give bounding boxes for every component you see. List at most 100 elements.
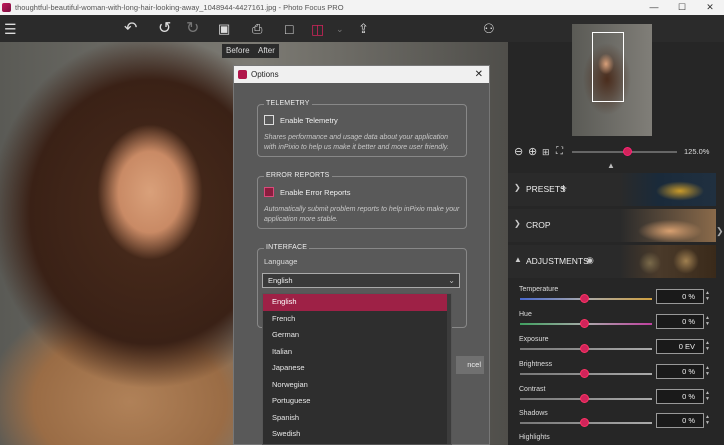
navigator-thumbnail[interactable] xyxy=(572,24,652,136)
print-icon[interactable]: ⎙ xyxy=(252,19,262,39)
language-option-french[interactable]: French xyxy=(263,311,451,328)
chevron-right-icon[interactable]: ❯ xyxy=(716,226,724,237)
window-title: thoughtful-beautiful-woman-with-long-hai… xyxy=(15,3,344,12)
adjustments-section[interactable]: ▲ ADJUSTMENTS ◉ xyxy=(508,245,716,278)
exposure-value-field[interactable]: 0 EV xyxy=(656,339,704,354)
shadows-stepper[interactable]: ▲ ▼ xyxy=(705,414,711,426)
language-option-swedish[interactable]: Swedish xyxy=(263,426,451,443)
contrast-value-field[interactable]: 0 % xyxy=(656,389,704,404)
undo-icon[interactable]: ↺ xyxy=(158,19,171,39)
dialog-close-icon[interactable]: ✕ xyxy=(475,66,483,83)
hue-value-field[interactable]: 0 % xyxy=(656,314,704,329)
plus-icon[interactable]: + xyxy=(560,181,567,195)
language-select[interactable]: English ⌄ xyxy=(262,273,460,288)
save-icon[interactable]: ▣ xyxy=(218,19,230,39)
chevron-right-icon: ❯ xyxy=(514,183,521,192)
error-reports-legend: ERROR REPORTS xyxy=(264,172,332,179)
shadows-row: Shadows 0 % ▲ ▼ xyxy=(508,410,716,435)
zoom-value: 125.0% xyxy=(684,147,710,156)
hue-label: Hue xyxy=(519,311,532,318)
shadows-slider-knob[interactable] xyxy=(580,418,589,427)
brightness-value-field[interactable]: 0 % xyxy=(656,364,704,379)
contrast-label: Contrast xyxy=(519,386,546,393)
collapse-navigator-icon[interactable]: ▲ xyxy=(607,161,615,170)
language-option-english[interactable]: English xyxy=(263,294,451,311)
chevron-down-icon: ▲ xyxy=(514,255,522,264)
dialog-app-icon xyxy=(238,70,247,79)
language-option-spanish[interactable]: Spanish xyxy=(263,410,451,427)
window-controls: — ☐ ✕ xyxy=(640,0,724,15)
exposure-slider-knob[interactable] xyxy=(580,344,589,353)
telemetry-checkbox-label[interactable]: Enable Telemetry xyxy=(280,116,338,125)
hue-stepper[interactable]: ▲ ▼ xyxy=(705,315,711,327)
telemetry-group: TELEMETRY Enable Telemetry Shares perfor… xyxy=(257,100,467,157)
cancel-button[interactable]: ncel xyxy=(456,356,484,374)
view-mode-chevron-down-icon[interactable]: ⌄ xyxy=(336,19,344,39)
language-select-value: English xyxy=(268,276,293,285)
temperature-row: Temperature 0 % ▲ ▼ xyxy=(508,286,716,311)
error-reports-description: Automatically submit problem reports to … xyxy=(264,206,460,223)
hamburger-menu-icon[interactable]: ☰ xyxy=(4,19,17,39)
exposure-stepper[interactable]: ▲ ▼ xyxy=(705,340,711,352)
presets-section[interactable]: ❯ PRESETS + xyxy=(508,173,716,206)
telemetry-legend: TELEMETRY xyxy=(264,100,312,107)
shadows-value-field[interactable]: 0 % xyxy=(656,413,704,428)
user-account-icon[interactable]: ⚇ xyxy=(483,19,495,39)
contrast-stepper[interactable]: ▲ ▼ xyxy=(705,390,711,402)
hue-slider-knob[interactable] xyxy=(580,319,589,328)
exposure-row: Exposure 0 EV ▲ ▼ xyxy=(508,336,716,361)
navigator-viewport-frame[interactable] xyxy=(592,32,624,102)
fit-to-screen-icon[interactable]: ⛶ xyxy=(556,145,563,159)
language-option-german[interactable]: German xyxy=(263,327,451,344)
chevron-right-icon: ❯ xyxy=(514,219,521,228)
close-window-button[interactable]: ✕ xyxy=(696,0,724,15)
redo-icon[interactable]: ↻ xyxy=(186,19,199,39)
contrast-row: Contrast 0 % ▲ ▼ xyxy=(508,386,716,411)
rotate-left-icon[interactable]: ↶ xyxy=(124,19,137,39)
language-option-norwegian[interactable]: Norwegian xyxy=(263,377,451,394)
brightness-slider-knob[interactable] xyxy=(580,369,589,378)
single-view-icon[interactable]: □ xyxy=(285,19,293,39)
language-option-japanese[interactable]: Japanese xyxy=(263,360,451,377)
after-tooltip: After xyxy=(254,44,279,58)
maximize-button[interactable]: ☐ xyxy=(668,0,696,15)
actual-size-icon[interactable]: ⊞ xyxy=(542,145,550,159)
hue-row: Hue 0 % ▲ ▼ xyxy=(508,311,716,336)
adjustments-banner-image xyxy=(620,245,716,278)
temperature-stepper[interactable]: ▲ ▼ xyxy=(705,290,711,302)
share-icon[interactable]: ⇪ xyxy=(358,19,369,39)
dialog-title-bar: Options ✕ xyxy=(234,66,489,83)
language-label: Language xyxy=(264,257,298,266)
dialog-title: Options xyxy=(251,70,279,79)
brightness-row: Brightness 0 % ▲ ▼ xyxy=(508,361,716,386)
telemetry-checkbox[interactable] xyxy=(264,115,274,125)
crop-label: CROP xyxy=(526,220,551,230)
crop-section[interactable]: ❯ CROP xyxy=(508,209,716,242)
error-reports-group: ERROR REPORTS Enable Error Reports Autom… xyxy=(257,172,467,229)
zoom-controls: ⊖ ⊕ ⊞ ⛶ 125.0% xyxy=(512,145,724,159)
error-reports-checkbox-label[interactable]: Enable Error Reports xyxy=(280,188,350,197)
language-option-italian[interactable]: Italian xyxy=(263,344,451,361)
zoom-out-icon[interactable]: ⊖ xyxy=(514,145,523,159)
highlights-label: Highlights xyxy=(519,434,550,441)
temperature-slider-knob[interactable] xyxy=(580,294,589,303)
main-toolbar: ☰ ↶ ↺ ↻ ▣ ⎙ □ ◫ ⌄ ⇪ xyxy=(0,15,508,42)
language-option-portuguese[interactable]: Portuguese xyxy=(263,393,451,410)
crop-banner-image xyxy=(620,209,716,242)
temperature-value-field[interactable]: 0 % xyxy=(656,289,704,304)
eye-icon[interactable]: ◉ xyxy=(586,255,594,266)
contrast-slider-knob[interactable] xyxy=(580,394,589,403)
error-reports-checkbox[interactable] xyxy=(264,187,274,197)
exposure-label: Exposure xyxy=(519,336,549,343)
brightness-stepper[interactable]: ▲ ▼ xyxy=(705,365,711,377)
title-bar: thoughtful-beautiful-woman-with-long-hai… xyxy=(0,0,724,15)
temperature-label: Temperature xyxy=(519,286,559,293)
zoom-slider-knob[interactable] xyxy=(623,147,632,156)
highlights-row: Highlights xyxy=(508,434,716,445)
split-view-icon[interactable]: ◫ xyxy=(311,19,324,39)
telemetry-description: Shares performance and usage data about … xyxy=(264,134,449,151)
zoom-in-icon[interactable]: ⊕ xyxy=(528,145,537,159)
minimize-button[interactable]: — xyxy=(640,0,668,15)
dropdown-scrollbar[interactable] xyxy=(447,294,451,444)
before-tooltip: Before xyxy=(222,44,254,58)
